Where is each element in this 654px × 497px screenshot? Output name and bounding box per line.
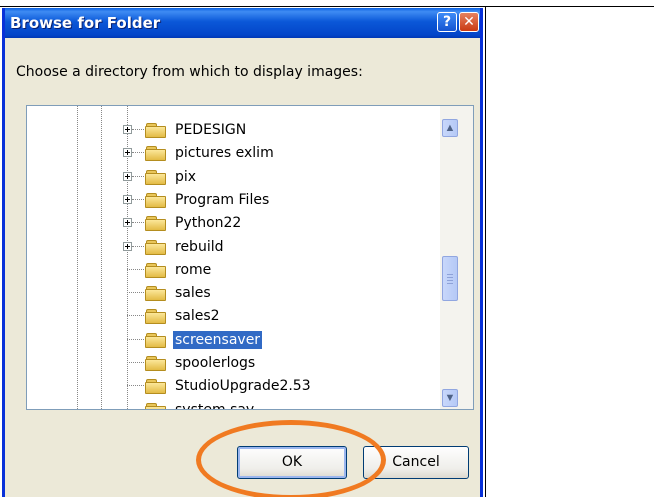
tree-guide-line bbox=[77, 106, 78, 409]
tree-item-label: spoolerlogs bbox=[175, 355, 256, 371]
tree-item-label: screensaver bbox=[173, 331, 263, 349]
tree-item-label: StudioUpgrade2.53 bbox=[175, 378, 311, 394]
tree-connector bbox=[127, 339, 144, 340]
scroll-thumb[interactable] bbox=[442, 256, 458, 301]
right-border-line bbox=[485, 6, 486, 497]
tree-connector bbox=[132, 176, 144, 177]
vertical-scrollbar[interactable]: ▲ ▼ bbox=[440, 106, 473, 409]
help-button[interactable]: ? bbox=[437, 12, 457, 32]
tree-connector bbox=[127, 292, 144, 293]
folder-icon bbox=[145, 123, 167, 139]
tree-connector bbox=[132, 199, 144, 200]
tree-connector bbox=[132, 129, 144, 130]
tree-item[interactable]: rebuild bbox=[123, 237, 443, 259]
tree-item[interactable]: pictures exlim bbox=[123, 143, 443, 165]
tree-item[interactable]: rome bbox=[123, 260, 443, 282]
tree-item[interactable]: system sav bbox=[123, 400, 443, 410]
folder-icon bbox=[145, 240, 167, 256]
tree-guide-line bbox=[101, 106, 102, 409]
expand-plus-icon[interactable] bbox=[123, 195, 132, 204]
expand-plus-icon[interactable] bbox=[123, 148, 132, 157]
thumb-grip bbox=[447, 280, 453, 281]
tree-item-label: system sav bbox=[175, 402, 255, 410]
folder-icon bbox=[145, 193, 167, 209]
folder-icon bbox=[145, 356, 167, 372]
tree-item[interactable]: Python22 bbox=[123, 213, 443, 235]
tree-item-label: Python22 bbox=[175, 215, 242, 231]
tree-item[interactable]: spoolerlogs bbox=[123, 353, 443, 375]
tree-item[interactable]: StudioUpgrade2.53 bbox=[123, 376, 443, 398]
folder-icon bbox=[145, 403, 167, 409]
tree-item-label: rebuild bbox=[175, 239, 224, 255]
tree-item[interactable]: screensaver bbox=[123, 330, 443, 352]
folder-tree[interactable]: PEDESIGN pictures exlim pix Program Files Py… bbox=[26, 105, 474, 410]
tree-item-label: rome bbox=[175, 262, 212, 278]
tree-item-label: pix bbox=[175, 169, 197, 185]
tree-connector bbox=[132, 152, 144, 153]
tree-connector bbox=[127, 385, 144, 386]
tree-connector bbox=[127, 315, 144, 316]
thumb-grip bbox=[447, 283, 453, 284]
tree-item[interactable]: Program Files bbox=[123, 190, 443, 212]
folder-icon bbox=[145, 333, 167, 349]
expand-plus-icon[interactable] bbox=[123, 125, 132, 134]
expand-plus-icon[interactable] bbox=[123, 172, 132, 181]
help-icon: ? bbox=[442, 14, 452, 30]
folder-icon bbox=[145, 309, 167, 325]
chevron-up-icon: ▲ bbox=[444, 122, 456, 134]
thumb-grip bbox=[447, 274, 453, 275]
close-button[interactable]: ✕ bbox=[459, 12, 479, 32]
folder-icon bbox=[145, 379, 167, 395]
scroll-down-button[interactable]: ▼ bbox=[442, 389, 458, 407]
close-icon: ✕ bbox=[463, 14, 475, 30]
tree-item-label: Program Files bbox=[175, 192, 270, 208]
scroll-up-button[interactable]: ▲ bbox=[442, 119, 458, 137]
tree-item[interactable]: sales2 bbox=[123, 306, 443, 328]
folder-icon bbox=[145, 146, 167, 162]
folder-icon bbox=[145, 263, 167, 279]
folder-icon bbox=[145, 170, 167, 186]
expand-plus-icon[interactable] bbox=[123, 242, 132, 251]
thumb-grip bbox=[447, 277, 453, 278]
chevron-down-icon: ▼ bbox=[444, 392, 456, 404]
tree-item[interactable]: pix bbox=[123, 167, 443, 189]
prompt-text: Choose a directory from which to display… bbox=[16, 64, 363, 80]
folder-icon bbox=[145, 286, 167, 302]
dialog-title: Browse for Folder bbox=[10, 14, 161, 32]
tree-item[interactable]: sales bbox=[123, 283, 443, 305]
tree-connector bbox=[132, 246, 144, 247]
tree-item-label: sales2 bbox=[175, 308, 220, 324]
browse-for-folder-dialog: Browse for Folder ? ✕ Choose a directory… bbox=[2, 8, 483, 497]
tree-item-label: PEDESIGN bbox=[175, 122, 247, 138]
folder-icon bbox=[145, 216, 167, 232]
tree-connector bbox=[127, 362, 144, 363]
tree-connector bbox=[127, 269, 144, 270]
title-bar[interactable]: Browse for Folder ? ✕ bbox=[5, 8, 480, 38]
annotation-circle bbox=[196, 420, 386, 497]
tree-item[interactable]: PEDESIGN bbox=[123, 120, 443, 142]
tree-item-label: pictures exlim bbox=[175, 145, 274, 161]
tree-item-label: sales bbox=[175, 285, 211, 301]
top-border-line bbox=[0, 6, 654, 7]
tree-connector bbox=[132, 222, 144, 223]
tree-connector bbox=[127, 409, 144, 410]
expand-plus-icon[interactable] bbox=[123, 218, 132, 227]
